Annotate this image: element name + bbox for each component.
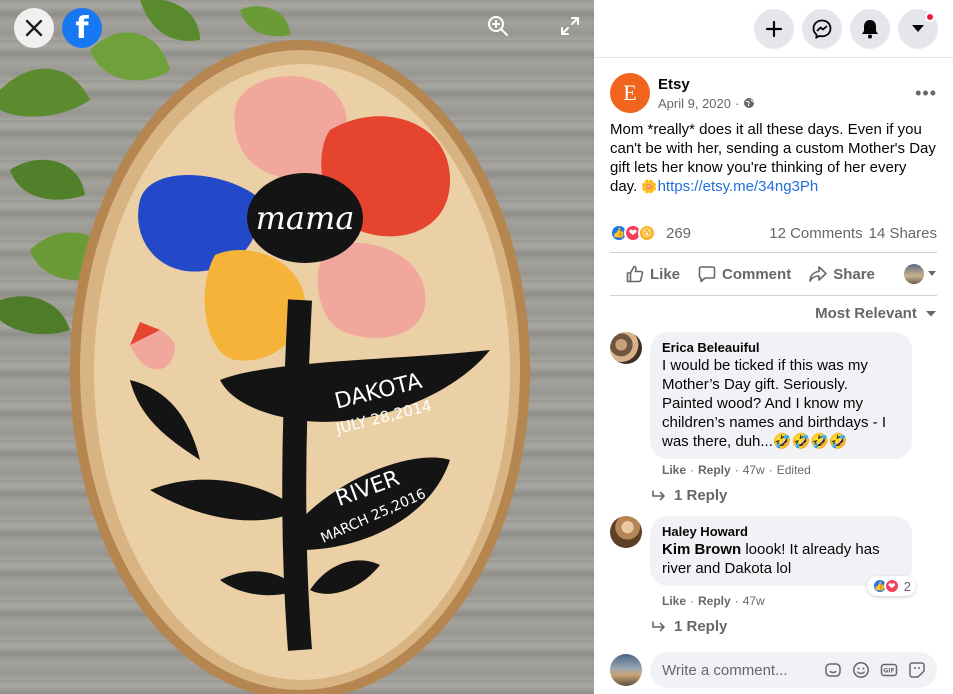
post-actions: Like Comment Share [610, 252, 937, 296]
post-options-button[interactable]: ••• [915, 83, 937, 104]
comment-like-button[interactable]: Like [662, 463, 686, 477]
facebook-home-link[interactable]: f [62, 8, 102, 48]
sticker-pack-icon [909, 662, 925, 678]
zoom-in-button[interactable] [484, 12, 512, 40]
comment-bubble: Erica Beleauiful I would be ticked if th… [650, 332, 912, 459]
avatar[interactable] [610, 332, 642, 364]
sticker-pack-button[interactable] [907, 660, 927, 680]
replies-label: 1 Reply [674, 487, 728, 504]
create-icon [765, 20, 783, 37]
gif-icon: GIF [880, 663, 898, 677]
comment-label: Comment [722, 265, 792, 283]
like-icon [626, 265, 644, 283]
comment-bubble: Haley Howard Kim Brown loook! It already… [650, 516, 916, 596]
post-date[interactable]: April 9, 2020 [658, 96, 731, 111]
top-navigation [594, 0, 953, 58]
comment-composer: Write a comment... GIF [594, 646, 953, 694]
photo-text-center: mama [256, 199, 355, 237]
share-count[interactable]: 14 Shares [869, 225, 937, 242]
post-link[interactable]: https://etsy.me/34ng3Ph [658, 178, 819, 195]
account-menu-icon [912, 24, 924, 32]
replies-label: 1 Reply [674, 618, 728, 635]
commenter-name[interactable]: Erica Beleauiful [662, 340, 900, 355]
comment-actions: Like · Reply · 47w · Edited [662, 463, 811, 477]
meta-separator: · [735, 95, 740, 111]
notifications-icon [862, 19, 878, 38]
flower-emoji: 🌼 [641, 179, 658, 194]
svg-text:GIF: GIF [883, 668, 894, 675]
like-label: Like [650, 265, 681, 283]
like-button[interactable]: Like [610, 265, 689, 283]
reactions-summary[interactable]: 👍 ❤ 😮 [610, 224, 656, 242]
comment-icon [698, 266, 716, 283]
messenger-button[interactable] [802, 8, 842, 49]
comment-reply-button[interactable]: Reply [698, 594, 731, 608]
wow-reaction-icon: 😮 [638, 224, 656, 242]
gif-button[interactable]: GIF [879, 660, 899, 680]
comment-button[interactable]: Comment [689, 265, 800, 283]
comment-text: Kim Brown loook! It already has river an… [662, 540, 900, 578]
sticker-icon [825, 663, 841, 677]
commenter-name[interactable]: Haley Howard [662, 524, 900, 539]
comment-count[interactable]: 12 Comments [769, 225, 862, 242]
comment-reply-button[interactable]: Reply [698, 463, 731, 477]
comment-like-button[interactable]: Like [662, 594, 686, 608]
page-avatar[interactable]: E [610, 73, 650, 113]
share-button[interactable]: Share [800, 265, 884, 283]
comment-time[interactable]: 47w [743, 594, 765, 608]
view-replies-button[interactable]: 1 Reply [650, 608, 912, 635]
post-panel: E Etsy April 9, 2020 · ••• Mom *really* … [594, 0, 953, 694]
comment-reactions[interactable]: 👍 ❤ 2 [866, 576, 916, 596]
create-button[interactable] [754, 8, 794, 49]
comment-item: Erica Beleauiful I would be ticked if th… [594, 332, 953, 504]
fullscreen-button[interactable] [556, 12, 584, 40]
emoji-button[interactable] [851, 660, 871, 680]
post-photo: mama DAKOTA JULY 28,2014 RIVER MARCH 25,… [0, 0, 530, 694]
view-replies-button[interactable]: 1 Reply [650, 477, 912, 504]
post-meta: April 9, 2020 · [658, 96, 915, 111]
reply-arrow-icon [652, 489, 665, 500]
close-button[interactable] [14, 8, 54, 48]
mention-link[interactable]: Kim Brown [662, 541, 741, 558]
chevron-down-icon [928, 271, 936, 276]
share-icon [809, 266, 827, 282]
notifications-button[interactable] [850, 8, 890, 49]
post-stats: 👍 ❤ 😮 269 12 Comments 14 Shares [610, 222, 937, 244]
zoom-in-icon [488, 16, 508, 36]
comment-item: Haley Howard Kim Brown loook! It already… [594, 516, 953, 635]
photo-viewer: mama DAKOTA JULY 28,2014 RIVER MARCH 25,… [0, 0, 594, 694]
love-reaction-icon: ❤ [883, 578, 900, 594]
avatar[interactable] [610, 516, 642, 548]
facebook-logo-icon: f [75, 10, 89, 46]
post-text: Mom *really* does it all these days. Eve… [594, 113, 953, 196]
post-header: E Etsy April 9, 2020 · ••• [594, 58, 953, 113]
avatar [904, 264, 924, 284]
fullscreen-icon [561, 17, 579, 35]
comment-sort-selector[interactable]: Most Relevant [594, 296, 953, 322]
comment-edited: Edited [776, 463, 811, 477]
notification-dot [925, 11, 935, 22]
emoji-icon [853, 662, 869, 678]
comment-text: I would be ticked if this was my Mother’… [662, 357, 887, 450]
comment-reaction-count: 2 [903, 578, 911, 594]
avatar[interactable] [610, 654, 642, 686]
page-name[interactable]: Etsy [658, 76, 915, 93]
close-icon [25, 19, 43, 37]
comment-as-selector[interactable] [904, 264, 937, 284]
reaction-count[interactable]: 269 [666, 225, 691, 242]
comment-input-placeholder: Write a comment... [662, 661, 788, 679]
globe-icon [744, 98, 755, 108]
messenger-icon [812, 19, 832, 39]
sticker-button[interactable] [823, 660, 843, 680]
comment-time[interactable]: 47w [743, 463, 765, 477]
share-label: Share [833, 265, 875, 283]
reply-arrow-icon [652, 620, 665, 631]
comment-sort-label: Most Relevant [815, 305, 917, 322]
account-menu-button[interactable] [898, 8, 938, 49]
comment-input[interactable]: Write a comment... GIF [650, 652, 937, 688]
chevron-down-icon [926, 311, 936, 317]
